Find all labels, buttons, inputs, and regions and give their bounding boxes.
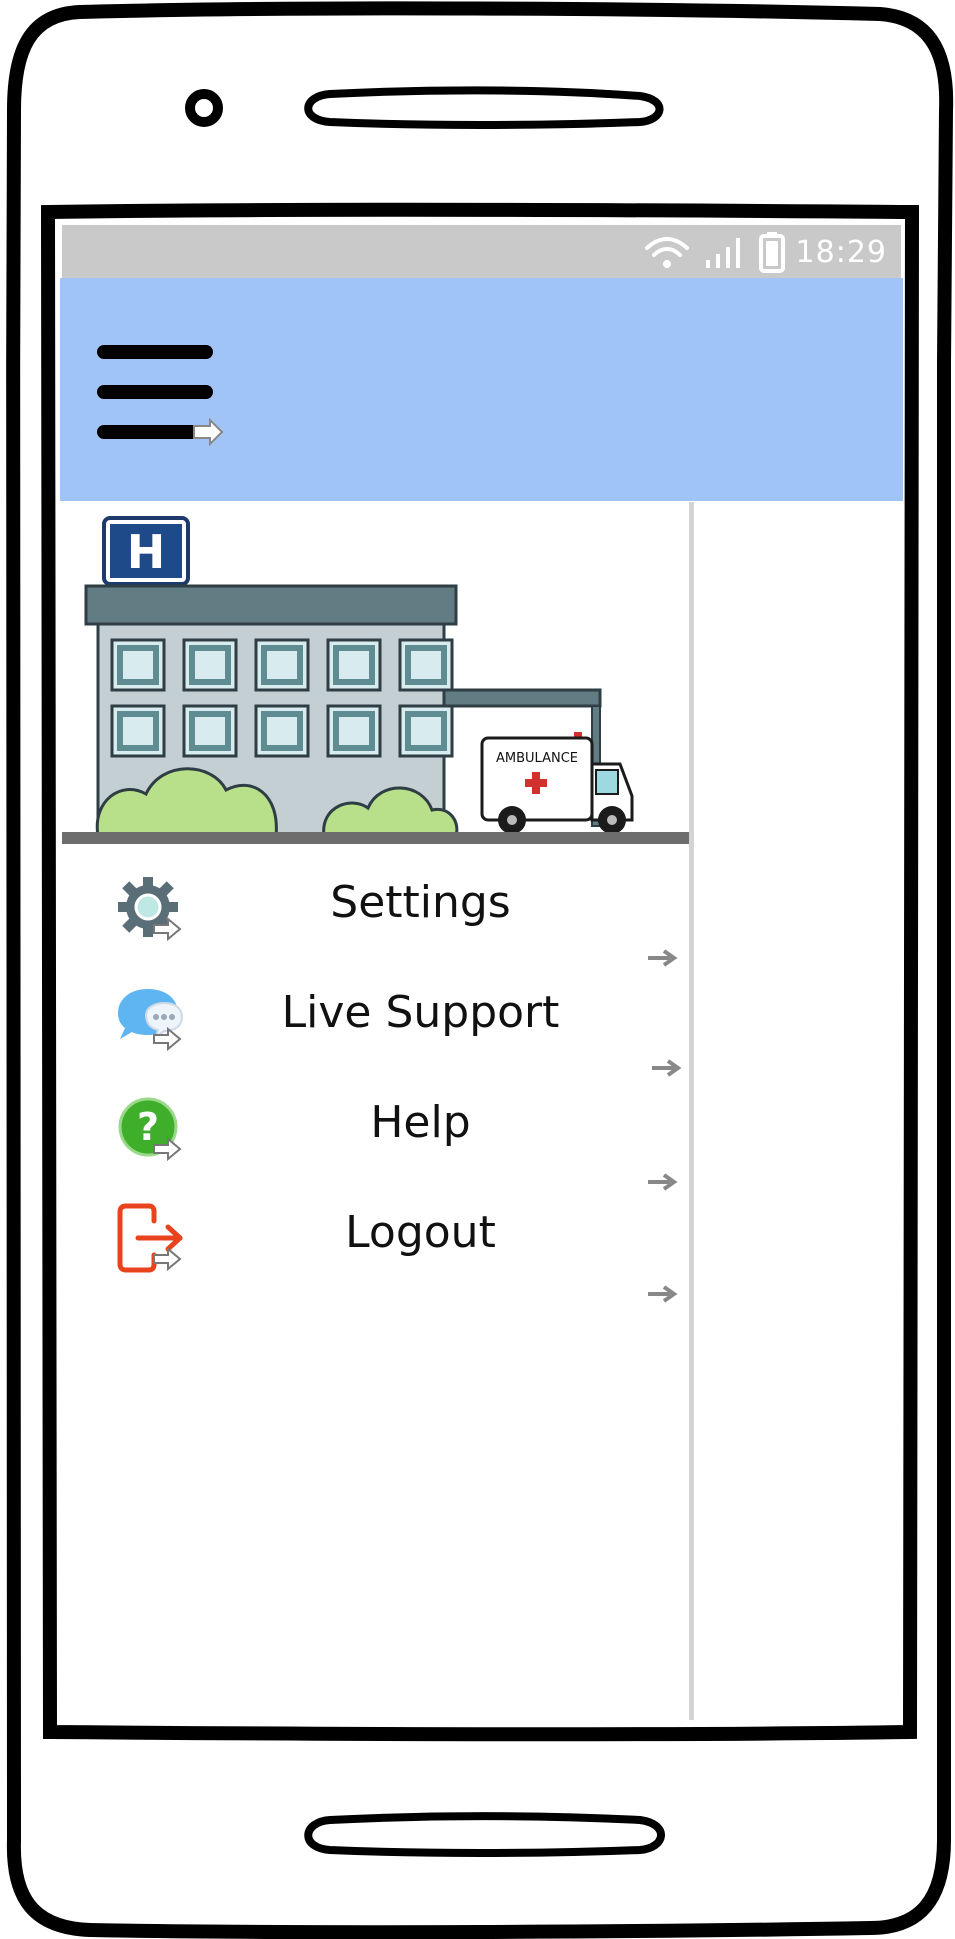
hospital-header-image: H AMBULANCE bbox=[62, 516, 689, 844]
status-icons: 18:29 bbox=[642, 232, 887, 273]
menu-item-settings[interactable]: Settings bbox=[62, 853, 689, 953]
menu-item-live-support[interactable]: Live Support bbox=[62, 963, 689, 1063]
drawer-edge bbox=[689, 502, 694, 1720]
chat-bubble-icon bbox=[118, 989, 184, 1052]
help-icon: ? bbox=[118, 1097, 182, 1162]
logout-icon bbox=[117, 1203, 183, 1273]
svg-text:?: ? bbox=[137, 1105, 159, 1149]
menu-item-help[interactable]: ? Help bbox=[62, 1073, 689, 1173]
menu-item-logout[interactable]: Logout bbox=[62, 1183, 689, 1283]
signal-icon bbox=[705, 238, 740, 268]
logout-label: Logout bbox=[345, 1207, 496, 1258]
status-time: 18:29 bbox=[795, 234, 887, 270]
hamburger-menu-icon[interactable] bbox=[96, 336, 226, 456]
logout-link-arrow bbox=[648, 1285, 678, 1303]
live-support-label: Live Support bbox=[281, 987, 560, 1038]
front-camera bbox=[185, 89, 223, 127]
earpiece-speaker bbox=[304, 86, 664, 129]
settings-label: Settings bbox=[330, 877, 511, 928]
help-label: Help bbox=[370, 1097, 471, 1148]
wifi-icon bbox=[644, 237, 689, 268]
gear-icon bbox=[118, 877, 182, 942]
status-bar: 18:29 bbox=[62, 225, 901, 279]
ambulance-label: AMBULANCE bbox=[496, 751, 578, 766]
home-button bbox=[304, 1812, 665, 1857]
hospital-sign-letter: H bbox=[127, 525, 166, 579]
battery-icon bbox=[758, 232, 785, 273]
